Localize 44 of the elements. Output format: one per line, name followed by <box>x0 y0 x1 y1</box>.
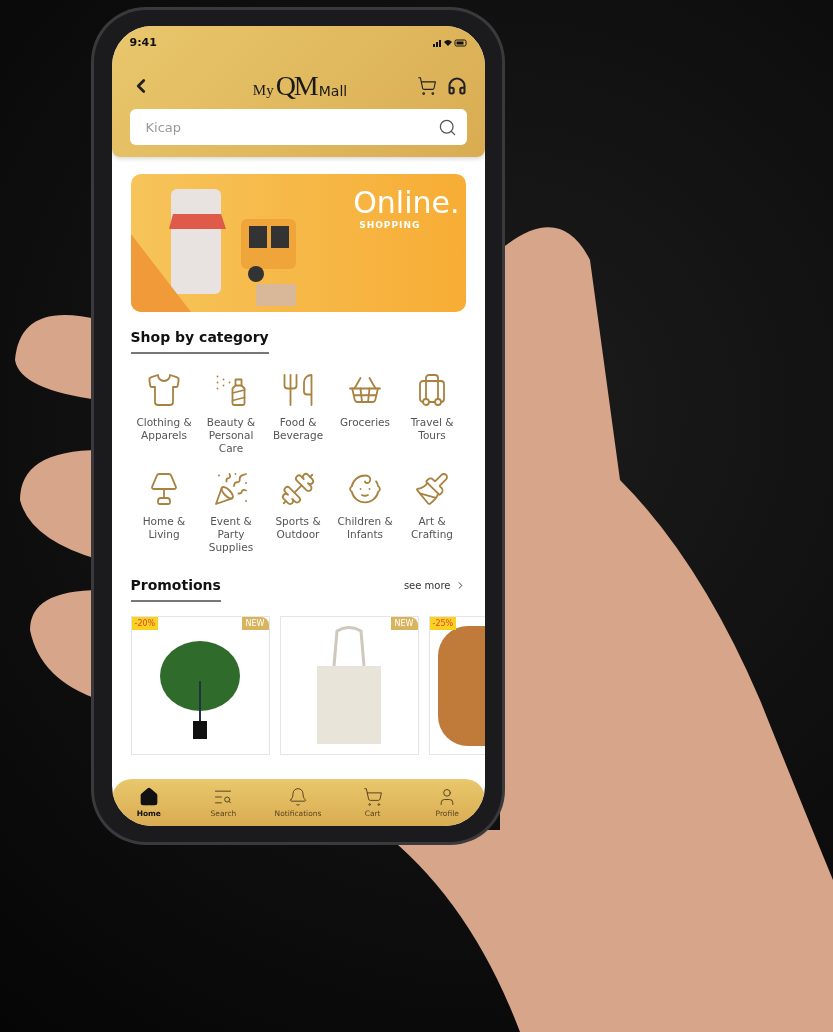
banner-title: Online. <box>353 186 460 220</box>
category-item[interactable]: Home & Living <box>130 471 198 554</box>
section-title: Shop by category <box>130 328 269 354</box>
category-item[interactable]: Travel & Tours <box>398 372 466 455</box>
category-item[interactable]: Beauty & Personal Care <box>197 372 265 455</box>
category-item[interactable]: Event & Party Supplies <box>197 471 265 554</box>
category-label: Event & Party Supplies <box>207 515 255 554</box>
shirt-icon <box>146 372 182 408</box>
new-badge: NEW <box>241 617 269 630</box>
cart-icon[interactable] <box>416 76 437 96</box>
banner-subtitle: SHOPPING <box>359 220 421 230</box>
bell-icon <box>288 787 308 807</box>
category-label: Children & Infants <box>336 515 394 541</box>
category-label: Home & Living <box>141 515 187 541</box>
search-input[interactable]: Kicap <box>143 118 438 136</box>
category-label: Travel & Tours <box>409 416 455 442</box>
cart-icon <box>362 787 383 807</box>
category-item[interactable]: Groceries <box>331 372 399 455</box>
category-item[interactable]: Sports & Outdoor <box>264 471 332 554</box>
section-title: Promotions <box>130 576 221 602</box>
home-icon <box>138 787 159 807</box>
category-label: Art & Crafting <box>410 515 454 541</box>
category-label: Clothing & Apparels <box>135 416 193 442</box>
dumbbell-icon <box>280 471 316 507</box>
status-time: 9:41 <box>129 36 157 49</box>
new-badge: NEW <box>390 617 418 630</box>
paintbrush-icon <box>414 471 450 507</box>
category-label: Beauty & Personal Care <box>205 416 257 455</box>
category-item[interactable]: Food & Beverage <box>264 372 332 455</box>
party-popper-icon <box>213 471 249 507</box>
app-logo: MyQMMall <box>252 73 348 99</box>
category-label: Groceries <box>339 416 390 429</box>
discount-badge: -20% <box>131 617 159 630</box>
see-more-link[interactable]: see more <box>403 580 466 591</box>
category-item[interactable]: Art & Crafting <box>398 471 466 554</box>
search-icon[interactable] <box>437 117 457 137</box>
category-item[interactable]: Children & Infants <box>331 471 399 554</box>
status-icons <box>432 37 467 48</box>
search-field[interactable]: Kicap <box>129 109 467 145</box>
category-item[interactable]: Clothing & Apparels <box>130 372 198 455</box>
discount-badge: -25% <box>429 617 457 630</box>
headset-icon[interactable] <box>446 76 467 96</box>
category-label: Sports & Outdoor <box>274 515 322 541</box>
category-label: Food & Beverage <box>271 416 325 442</box>
